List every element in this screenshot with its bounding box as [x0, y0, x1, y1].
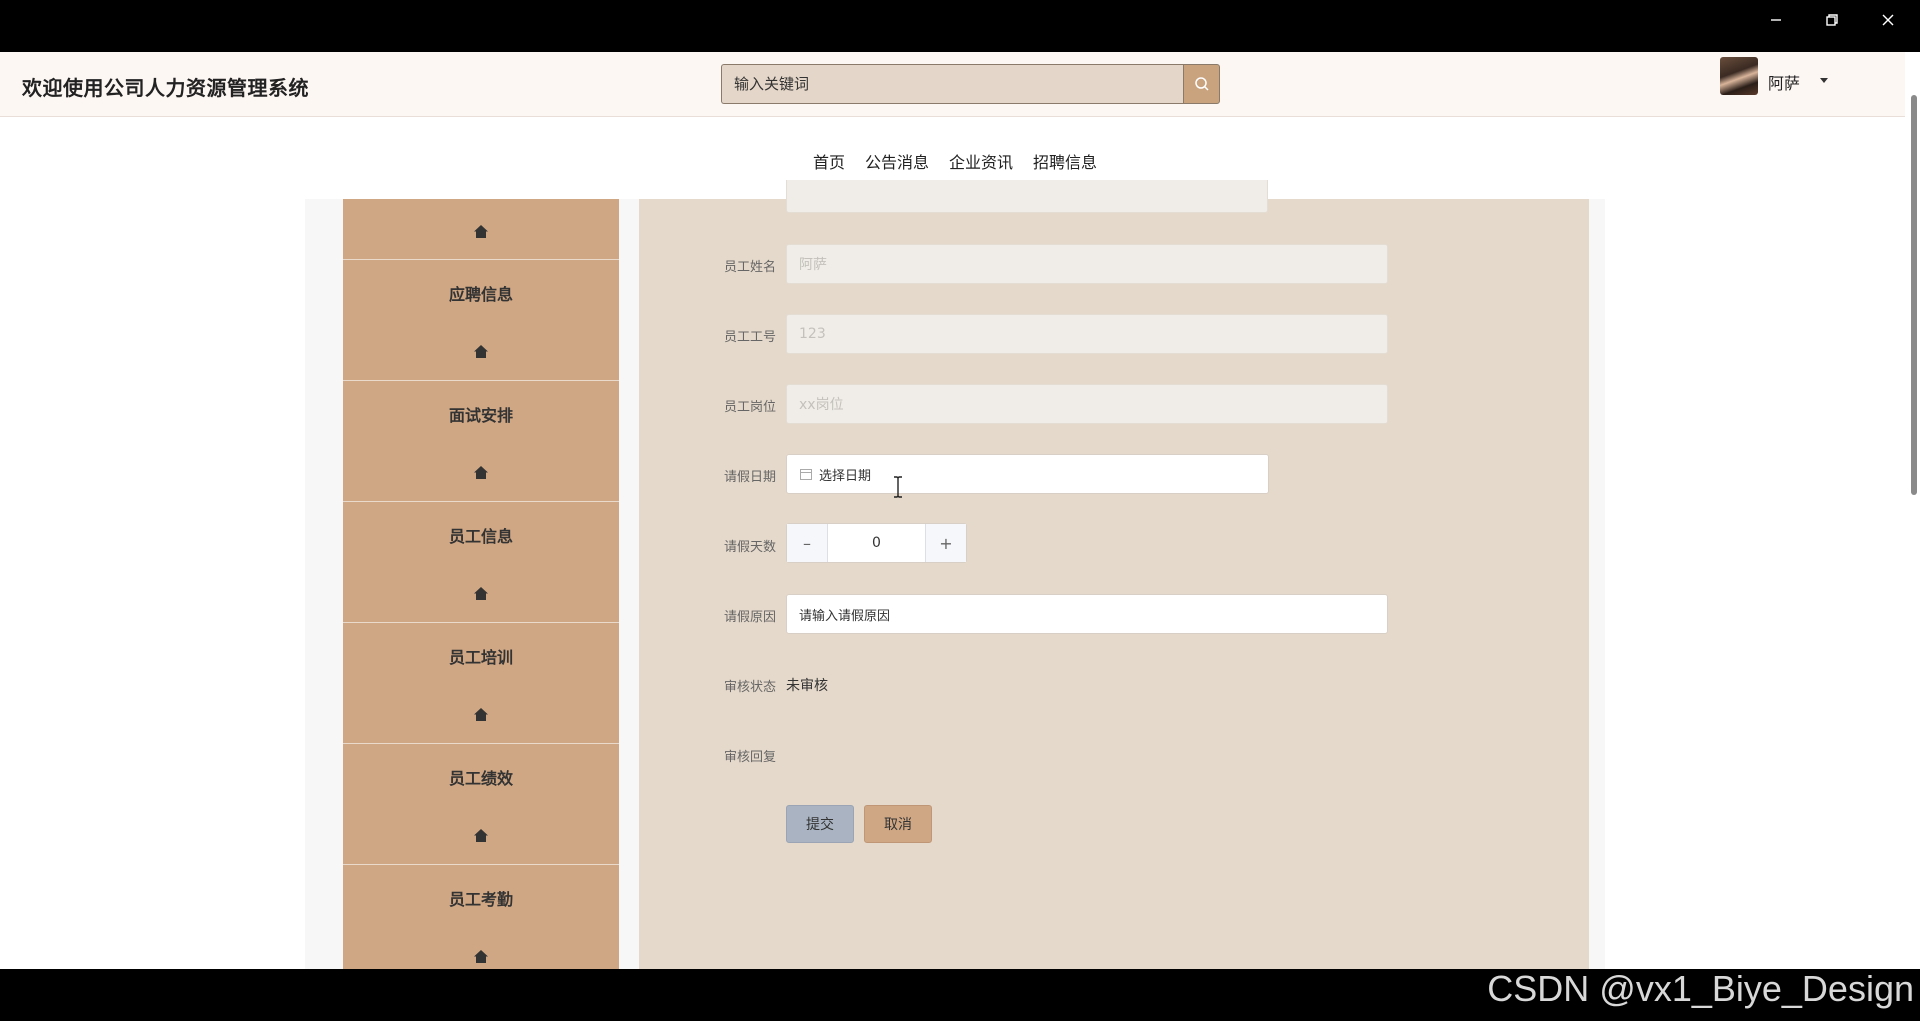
review-reply-label: 审核回复 — [723, 750, 776, 765]
search-input[interactable] — [721, 64, 1183, 104]
watermark: CSDN @vx1_Biye_Design — [1487, 968, 1914, 1009]
nav-item-notices[interactable]: 公告消息 — [865, 149, 929, 173]
employee-name-value: 阿萨 — [799, 257, 827, 273]
leave-date-label: 请假日期 — [723, 470, 776, 485]
home-icon — [474, 708, 488, 721]
decrease-button[interactable]: – — [787, 524, 827, 562]
leave-days-stepper[interactable]: – 0 + — [786, 523, 967, 563]
employee-name-field: 阿萨 — [786, 244, 1388, 284]
leave-reason-label: 请假原因 — [723, 610, 776, 625]
close-icon — [1882, 14, 1894, 26]
home-icon — [474, 587, 488, 600]
employee-no-label: 员工工号 — [723, 330, 776, 345]
employee-no-field: 123 — [786, 314, 1388, 354]
sidebar-item-label: 员工信息 — [448, 527, 513, 546]
review-status-value: 未审核 — [786, 678, 828, 694]
sidebar-item-training[interactable]: 员工培训 — [343, 623, 619, 744]
sidebar-item-label: 应聘信息 — [448, 285, 513, 304]
nav-item-recruitment[interactable]: 招聘信息 — [1033, 149, 1097, 173]
hidden-top-field — [786, 180, 1268, 213]
home-icon — [474, 829, 488, 842]
text-cursor-icon — [894, 476, 902, 498]
plus-icon: + — [939, 533, 953, 553]
leave-date-placeholder: 选择日期 — [819, 468, 872, 484]
home-icon — [474, 466, 488, 479]
restore-button[interactable] — [1804, 0, 1860, 40]
sidebar-item-interviews[interactable]: 面试安排 — [343, 381, 619, 502]
home-icon — [474, 345, 488, 358]
sidebar-item-label: 员工培训 — [448, 648, 513, 667]
search-button[interactable] — [1183, 64, 1220, 104]
sidebar-item-performance[interactable]: 员工绩效 — [343, 744, 619, 865]
search-icon — [1194, 77, 1209, 91]
sidebar-item-label: 面试安排 — [448, 406, 513, 425]
sidebar-item-employees[interactable]: 员工信息 — [343, 502, 619, 623]
employee-name-label: 员工姓名 — [723, 260, 776, 275]
submit-button[interactable]: 提交 — [786, 805, 854, 843]
minimize-icon — [1771, 19, 1781, 21]
window-titlebar — [0, 0, 1920, 52]
leave-date-picker[interactable]: 选择日期 — [786, 454, 1269, 494]
scrollbar-thumb[interactable] — [1911, 95, 1917, 495]
review-status-label: 审核状态 — [723, 680, 776, 695]
minus-icon: – — [803, 533, 811, 553]
home-icon — [474, 225, 488, 238]
site-title: 欢迎使用公司人力资源管理系统 — [22, 76, 309, 100]
leave-reason-input[interactable]: 请输入请假原因 — [786, 594, 1388, 634]
employee-post-value: xx岗位 — [799, 397, 844, 413]
user-name[interactable]: 阿萨 — [1768, 70, 1800, 94]
sidebar-item-label: 员工考勤 — [448, 890, 513, 909]
sidebar-item-attendance[interactable]: 员工考勤 — [343, 865, 619, 969]
employee-post-field: xx岗位 — [786, 384, 1388, 424]
sidebar-item-label: 员工绩效 — [448, 769, 513, 788]
sidebar-item[interactable] — [343, 199, 619, 260]
restore-icon — [1826, 14, 1838, 26]
minimize-button[interactable] — [1748, 0, 1804, 40]
increase-button[interactable]: + — [926, 524, 966, 562]
close-button[interactable] — [1860, 0, 1916, 40]
nav-item-news[interactable]: 企业资讯 — [949, 149, 1013, 173]
leave-days-value[interactable]: 0 — [827, 524, 926, 562]
employee-post-label: 员工岗位 — [723, 400, 776, 415]
leave-days-label: 请假天数 — [723, 540, 776, 555]
nav-item-home[interactable]: 首页 — [813, 149, 845, 173]
leave-reason-placeholder: 请输入请假原因 — [799, 608, 891, 624]
calendar-icon — [800, 469, 812, 480]
chevron-down-icon[interactable] — [1820, 78, 1828, 83]
avatar[interactable] — [1720, 57, 1758, 95]
home-icon — [474, 950, 488, 963]
employee-no-value: 123 — [799, 326, 826, 342]
sidebar-item-applications[interactable]: 应聘信息 — [343, 260, 619, 381]
cancel-button[interactable]: 取消 — [864, 805, 932, 843]
sidebar: 应聘信息 面试安排 员工信息 员工培训 员工绩效 员工考勤 — [343, 199, 619, 969]
